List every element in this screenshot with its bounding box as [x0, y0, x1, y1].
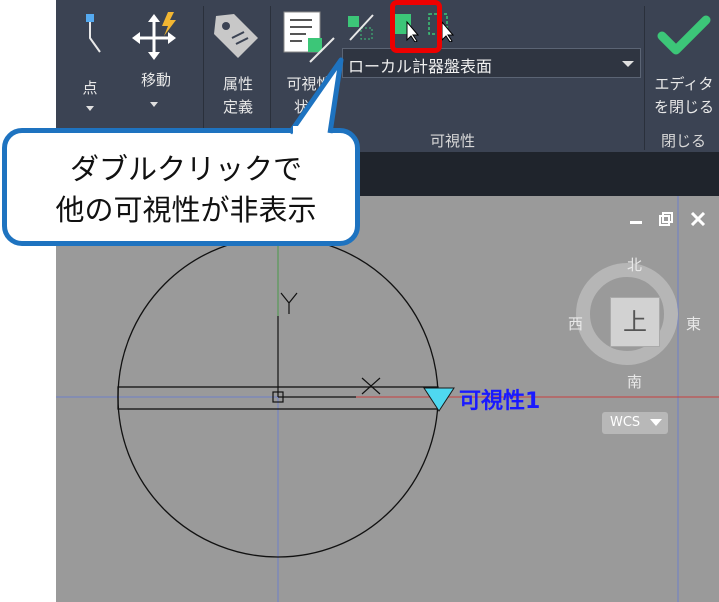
- point-parameter-icon: [86, 14, 101, 53]
- visibility-states-button[interactable]: 可視性 状態: [280, 8, 338, 123]
- y-axis-marker: [280, 292, 298, 314]
- visibility-states-label-2: 状態: [293, 98, 324, 116]
- chevron-down-icon: [150, 102, 158, 107]
- chevron-down-icon: [650, 419, 662, 426]
- attribute-label-1: 属性: [222, 75, 253, 93]
- callout-line-2: 他の可視性が非表示: [55, 193, 317, 227]
- wcs-label: WCS: [610, 415, 641, 430]
- move-action-button[interactable]: 移動: [128, 8, 184, 118]
- callout-line-1: ダブルクリックで: [69, 152, 302, 186]
- visibility-state-dropdown[interactable]: ローカル計器盤表面: [342, 48, 641, 78]
- dropdown-arrow-icon: [622, 61, 634, 67]
- callout-text: ダブルクリックで 他の可視性が非表示: [7, 149, 365, 231]
- drawing-canvas[interactable]: [56, 196, 719, 602]
- viewcube-west[interactable]: 西: [568, 313, 583, 334]
- point-label: 点: [82, 79, 98, 97]
- visibility-parameter-label[interactable]: 可視性1: [459, 383, 540, 415]
- visibility-grip: [423, 387, 455, 412]
- callout: ダブルクリックで 他の可視性が非表示: [0, 128, 367, 252]
- block-editor-window: 点 移動 属性 定義 可視性 状態 ローカル計器盤表面 可視性 エディタ を閉じ…: [56, 0, 719, 602]
- attribute-label-2: 定義: [222, 98, 253, 116]
- visibility-panel-title: 可視性: [430, 132, 476, 150]
- minimize-icon[interactable]: [628, 212, 644, 226]
- visibility-mode-button[interactable]: [346, 12, 376, 42]
- chevron-down-icon: [86, 106, 94, 111]
- close-editor-label-2: を閉じる: [653, 98, 714, 116]
- tag-icon: [214, 14, 258, 58]
- viewcube-east[interactable]: 東: [686, 313, 701, 334]
- move-action-icon: [132, 12, 176, 60]
- move-label: 移動: [140, 71, 171, 89]
- visibility-states-icon: [283, 11, 335, 63]
- viewcube-south[interactable]: 南: [627, 371, 642, 392]
- checkmark-icon: [657, 15, 711, 55]
- close-editor-button[interactable]: エディタ を閉じる: [650, 8, 718, 123]
- attribute-definition-button[interactable]: 属性 定義: [210, 8, 266, 123]
- x-axis-marker: [361, 377, 381, 395]
- point-parameter-button[interactable]: 点: [70, 8, 110, 118]
- viewcube-north[interactable]: 北: [627, 254, 642, 275]
- visibility-state-value: ローカル計器盤表面: [348, 57, 493, 76]
- ribbon-separator: [644, 6, 645, 150]
- close-panel-title: 閉じる: [661, 132, 707, 150]
- drawing-viewport[interactable]: 可視性1 上 北 南 西 東 WCS: [56, 196, 719, 602]
- highlight-box: [390, 0, 442, 53]
- restore-icon[interactable]: [658, 212, 674, 226]
- callout-bubble: ダブルクリックで 他の可視性が非表示: [2, 128, 360, 246]
- viewcube-top-face[interactable]: 上: [610, 297, 660, 347]
- wcs-menu[interactable]: WCS: [602, 412, 668, 434]
- close-icon[interactable]: [690, 212, 706, 226]
- close-editor-label-1: エディタ: [654, 75, 714, 93]
- visibility-states-label-1: 可視性: [286, 75, 332, 93]
